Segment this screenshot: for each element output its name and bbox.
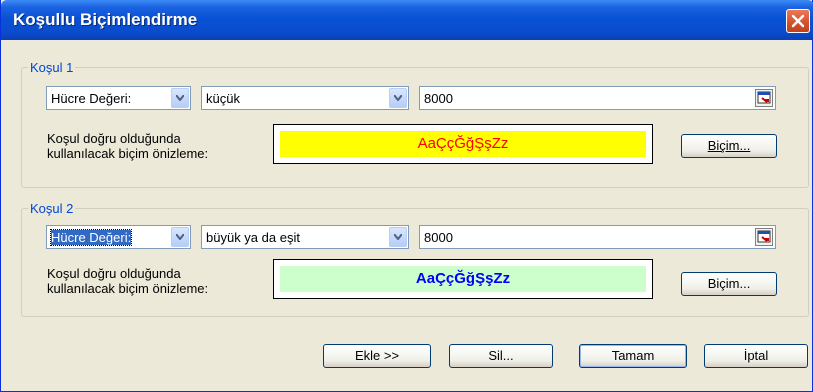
- condition-1-value-text: 8000: [424, 91, 453, 106]
- condition-1-preview-label-line2: kullanılacak biçim önizleme:: [47, 146, 209, 161]
- condition-1-operator-value: küçük: [206, 91, 240, 106]
- condition-2-format-button-label: Biçim...: [707, 276, 751, 291]
- condition-2-type-value: Hücre Değeri:: [49, 229, 133, 246]
- condition-1-preview-text: AaÇçĞğŞşZz: [280, 131, 646, 157]
- add-button-label: Ekle >>: [354, 348, 400, 363]
- range-select-icon: [757, 230, 771, 243]
- chevron-down-icon: [394, 234, 402, 240]
- chevron-down-icon: [176, 95, 184, 101]
- condition-2-operator-value: büyük ya da eşit: [206, 230, 300, 245]
- close-button[interactable]: [786, 9, 810, 33]
- condition-2-format-preview: AaÇçĞğŞşZz: [273, 259, 653, 299]
- condition-2-value-field[interactable]: 8000: [419, 225, 776, 249]
- condition-1-format-button-label: Biçim...: [707, 138, 751, 153]
- condition-2-value-text: 8000: [424, 230, 453, 245]
- ok-button-label: Tamam: [611, 348, 655, 363]
- chevron-down-icon: [176, 234, 184, 240]
- chevron-down-icon: [394, 95, 402, 101]
- condition-2-type-combo[interactable]: Hücre Değeri:: [46, 225, 191, 249]
- condition-1-value-field[interactable]: 8000: [419, 86, 776, 110]
- conditional-formatting-dialog: Koşullu Biçimlendirme Koşul 1 Hücre Değe…: [0, 0, 813, 392]
- condition-2-type-dropdown-button[interactable]: [171, 227, 189, 247]
- range-select-icon: [757, 91, 771, 104]
- delete-button-label: Sil...: [488, 348, 514, 363]
- range-select-button[interactable]: [755, 228, 773, 246]
- condition-1-format-button[interactable]: Biçim...: [681, 134, 777, 158]
- condition-1-type-value: Hücre Değeri:: [51, 91, 132, 106]
- condition-2-format-button[interactable]: Biçim...: [681, 272, 777, 296]
- delete-button[interactable]: Sil...: [449, 344, 553, 368]
- condition-2-operator-combo[interactable]: büyük ya da eşit: [201, 225, 409, 249]
- condition-1-label: Koşul 1: [28, 60, 76, 75]
- close-icon: [791, 14, 805, 28]
- add-button[interactable]: Ekle >>: [323, 344, 431, 368]
- cancel-button-label: İptal: [743, 348, 769, 363]
- condition-1-operator-dropdown-button[interactable]: [389, 88, 407, 108]
- condition-1-type-combo[interactable]: Hücre Değeri:: [46, 86, 191, 110]
- ok-button[interactable]: Tamam: [579, 344, 687, 368]
- cancel-button[interactable]: İptal: [704, 344, 808, 368]
- condition-1-format-preview: AaÇçĞğŞşZz: [273, 124, 653, 164]
- condition-2-preview-label-line1: Koşul doğru olduğunda: [47, 266, 181, 281]
- window-title: Koşullu Biçimlendirme: [13, 10, 198, 29]
- title-bar[interactable]: Koşullu Biçimlendirme: [1, 0, 813, 40]
- condition-1-operator-combo[interactable]: küçük: [201, 86, 409, 110]
- condition-1-preview-label-line1: Koşul doğru olduğunda: [47, 131, 181, 146]
- condition-1-type-dropdown-button[interactable]: [171, 88, 189, 108]
- condition-2-label: Koşul 2: [28, 201, 76, 216]
- range-select-button[interactable]: [755, 89, 773, 107]
- condition-2-operator-dropdown-button[interactable]: [389, 227, 407, 247]
- condition-2-preview-text: AaÇçĞğŞşZz: [280, 266, 646, 292]
- condition-2-preview-label-line2: kullanılacak biçim önizleme:: [47, 281, 209, 296]
